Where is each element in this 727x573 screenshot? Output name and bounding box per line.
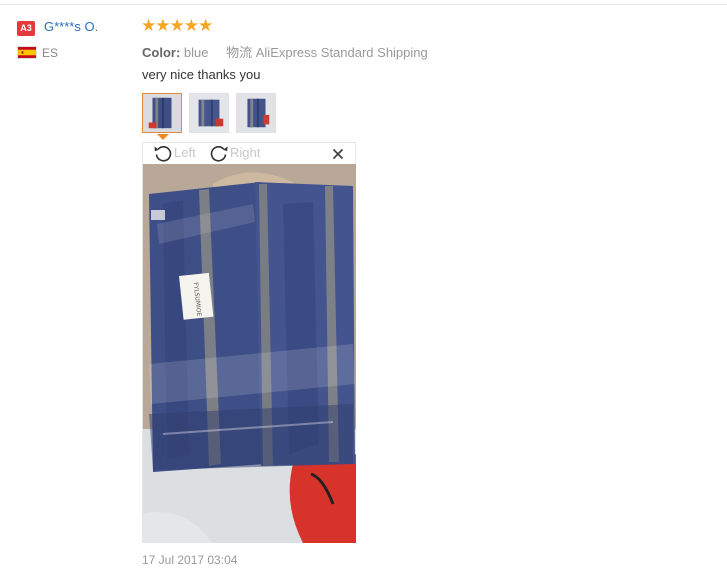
review-photo-thumbnail-2[interactable] (189, 93, 229, 133)
color-value: blue (183, 45, 209, 60)
shipping-label: 物流 (226, 45, 253, 60)
rotate-left-label: Left (174, 145, 196, 160)
review-date: 17 Jul 2017 03:04 (142, 553, 238, 567)
rotate-left-button[interactable]: Left (153, 143, 196, 163)
reviewer-name[interactable]: G****s O. (44, 19, 98, 34)
rotate-right-icon (210, 146, 228, 162)
review-photo-image: FYLSUMIOE (143, 164, 356, 543)
photo-thumbnail-image (237, 94, 275, 132)
active-thumbnail-pointer (157, 134, 169, 140)
photo-thumbnail-image (190, 94, 228, 132)
top-divider (0, 4, 727, 5)
shipping-value: AliExpress Standard Shipping (255, 45, 428, 60)
order-info: Color: blue 物流 AliExpress Standard Shipp… (142, 42, 428, 61)
buyer-level-badge: A3 (17, 21, 35, 36)
star-rating: ★★★★★ (141, 16, 213, 35)
photo-thumbnail-image (143, 94, 181, 132)
color-label: Color: (142, 45, 181, 60)
rotate-left-icon (154, 146, 172, 162)
review-photo-thumbnail-1[interactable] (142, 93, 182, 133)
spain-flag-icon (17, 46, 37, 59)
review-photo-enlarged[interactable]: FYLSUMIOE (143, 164, 356, 543)
review-comment: very nice thanks you (142, 67, 261, 82)
close-icon[interactable] (331, 147, 345, 161)
country-code: ES (42, 46, 59, 60)
review-photo-thumbnail-3[interactable] (236, 93, 276, 133)
rotate-right-label: Right (230, 145, 261, 160)
rotate-right-button[interactable]: Right (209, 143, 260, 163)
